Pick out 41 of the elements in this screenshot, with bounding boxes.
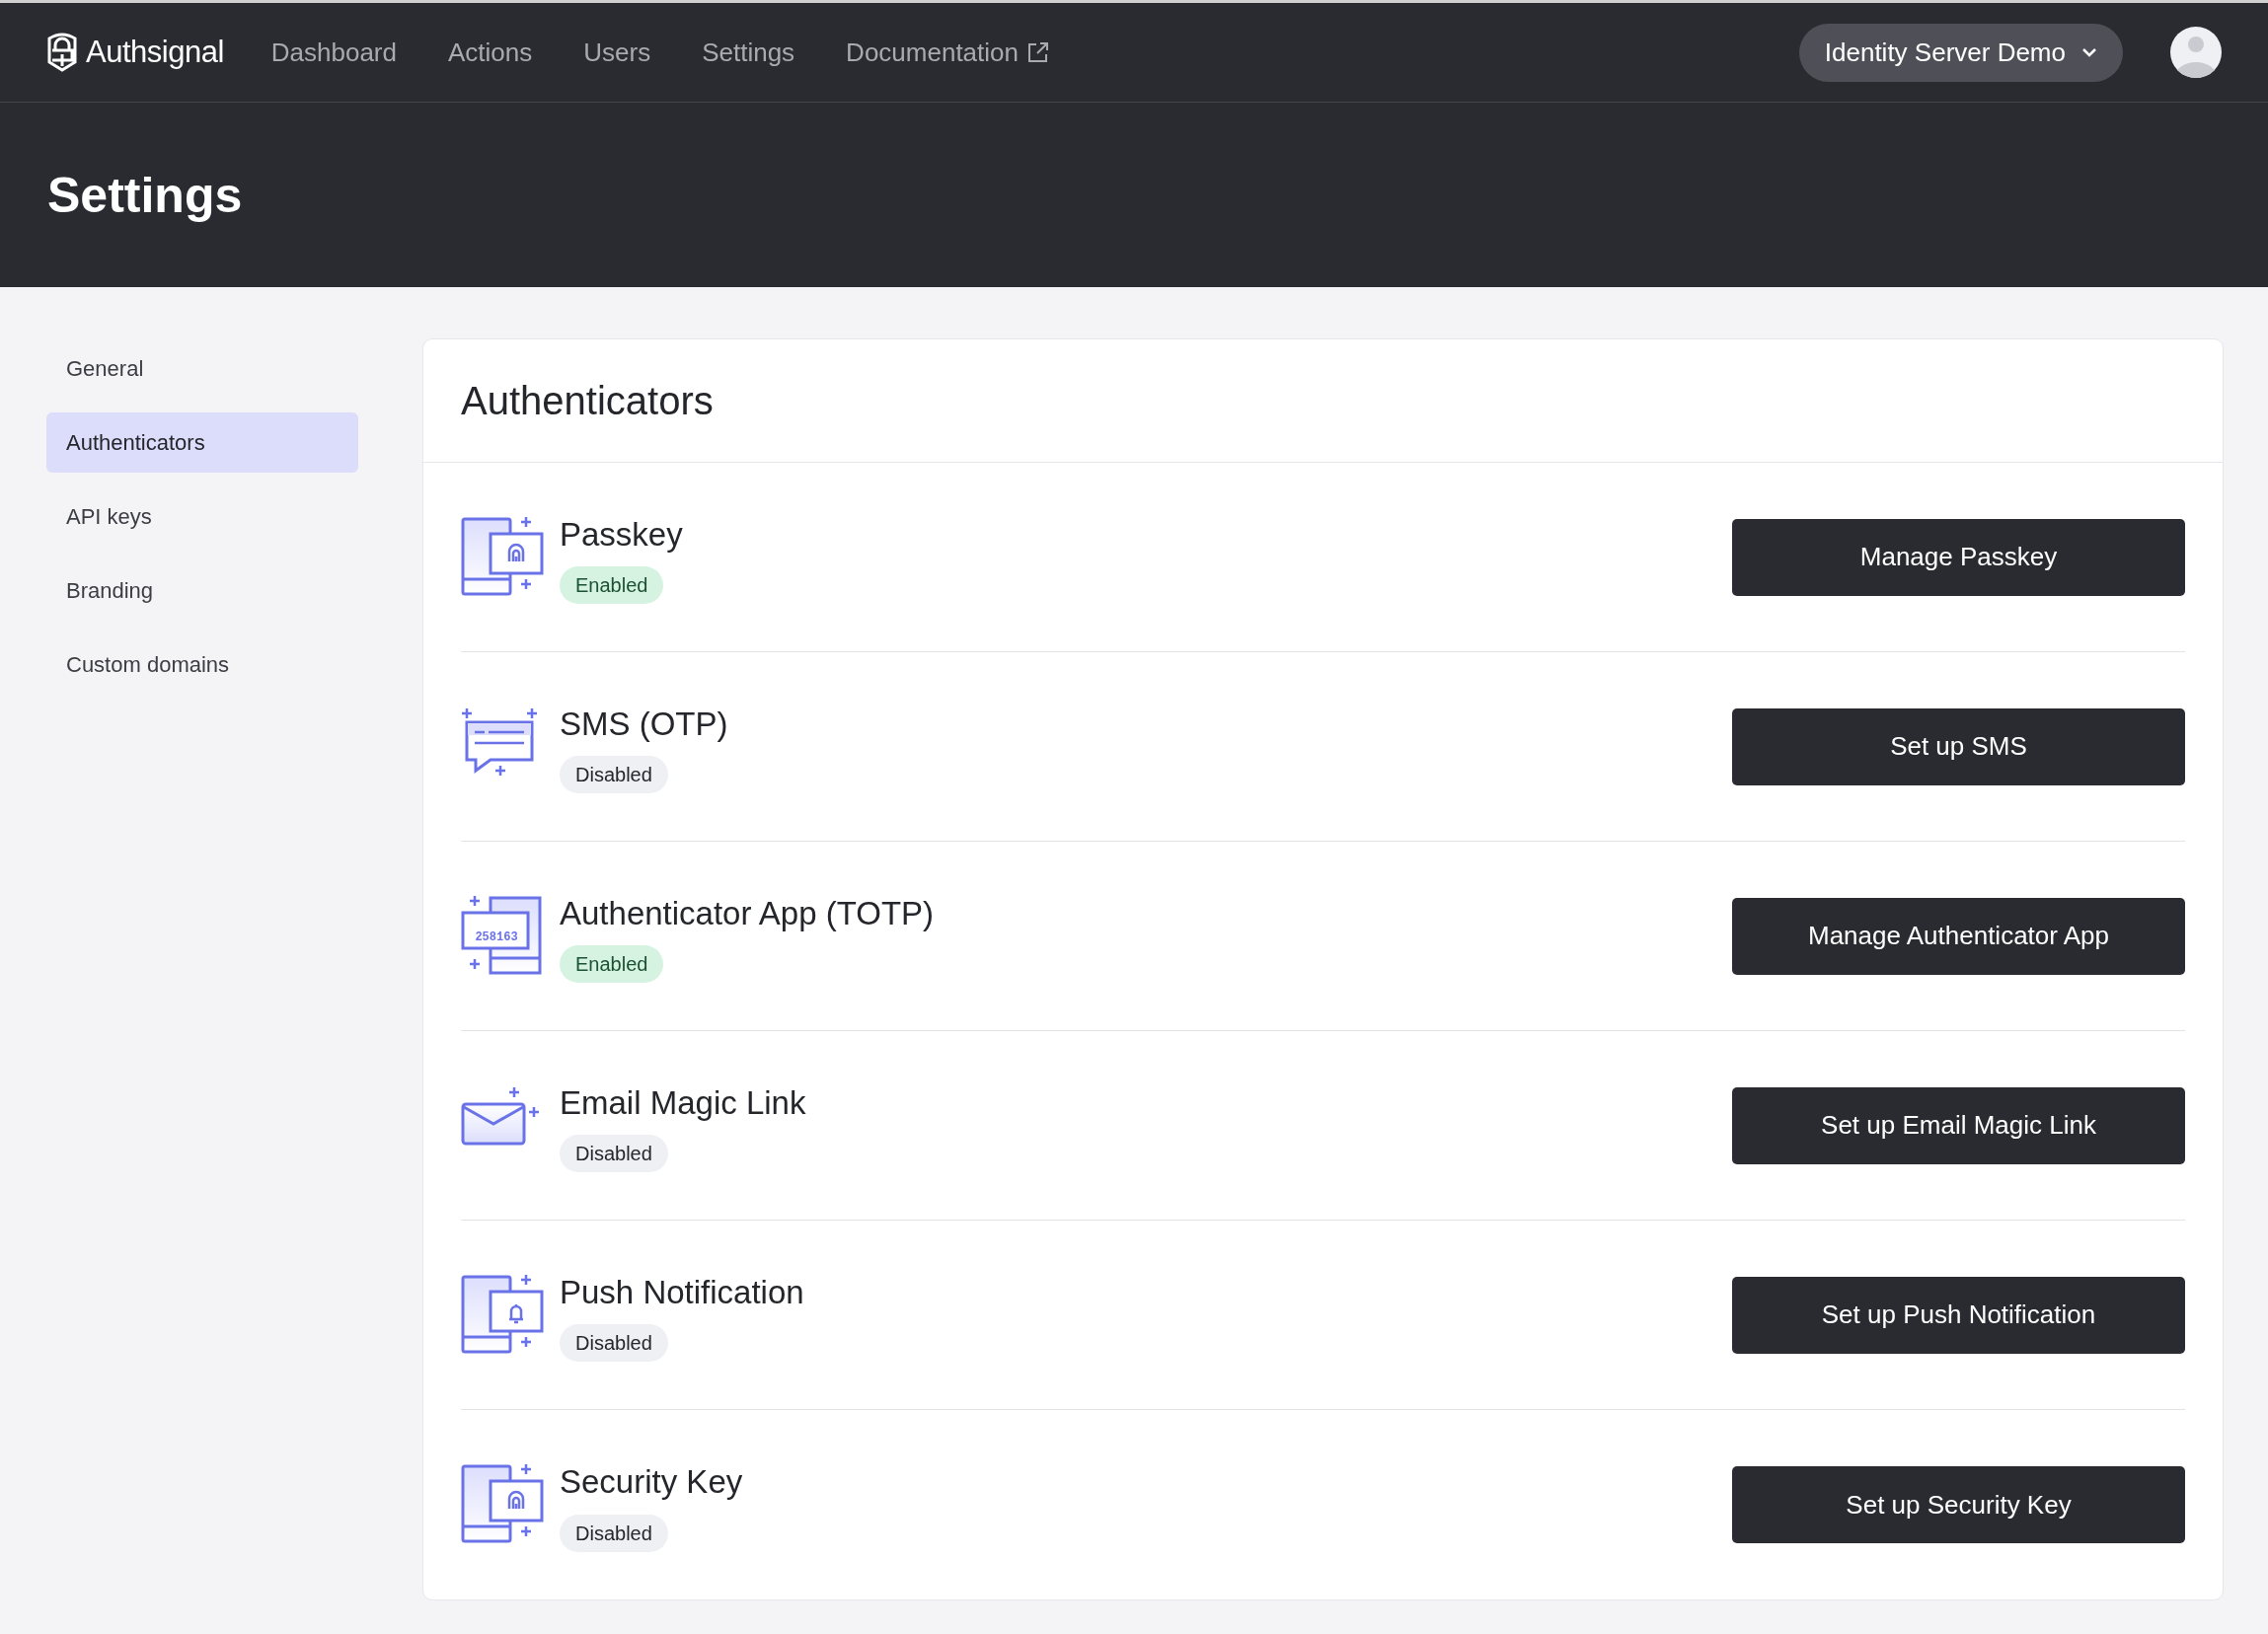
external-link-icon	[1026, 40, 1050, 64]
status-badge: Disabled	[560, 1135, 668, 1173]
sidebar-item[interactable]: API keys	[46, 486, 358, 547]
status-badge: Disabled	[560, 1324, 668, 1363]
sidebar-item[interactable]: Branding	[46, 560, 358, 621]
authenticator-name: Passkey	[560, 514, 683, 555]
nav-link[interactable]: Dashboard	[270, 33, 397, 72]
status-badge: Enabled	[560, 945, 664, 984]
action-button[interactable]: Set up Email Magic Link	[1732, 1086, 2185, 1164]
nav-link[interactable]: Settings	[702, 33, 795, 72]
phone-bell-icon	[461, 1273, 544, 1357]
nav-link[interactable]: Actions	[448, 33, 533, 72]
sidebar-item[interactable]: General	[46, 338, 358, 399]
action-button[interactable]: Manage Passkey	[1732, 518, 2185, 596]
sidebar-item[interactable]: Authenticators	[46, 412, 358, 473]
shield-logo-icon	[46, 33, 78, 72]
phone-lock-icon	[461, 1463, 544, 1546]
chevron-down-icon	[2081, 47, 2097, 57]
action-button[interactable]: Manage Authenticator App	[1732, 897, 2185, 975]
nav-link[interactable]: Users	[583, 33, 651, 72]
action-button[interactable]: Set up SMS	[1732, 707, 2185, 785]
authenticator-name: Security Key	[560, 1462, 743, 1503]
phone-lock-icon	[461, 515, 544, 599]
authenticator-name: Push Notification	[560, 1272, 804, 1312]
action-button[interactable]: Set up Push Notification	[1732, 1276, 2185, 1354]
tenant-dropdown[interactable]: Identity Server Demo	[1798, 23, 2123, 82]
nav-link[interactable]: Documentation	[846, 33, 1050, 72]
status-badge: Disabled	[560, 1514, 668, 1552]
code-screen-icon	[461, 894, 544, 978]
authenticator-name: Email Magic Link	[560, 1082, 806, 1123]
status-badge: Disabled	[560, 756, 668, 794]
card-title: Authenticators	[461, 378, 715, 424]
status-badge: Enabled	[560, 566, 664, 605]
avatar[interactable]	[2170, 27, 2222, 78]
authenticator-name: Authenticator App (TOTP)	[560, 893, 935, 933]
authenticator-name: SMS (OTP)	[560, 704, 728, 744]
page-title: Settings	[47, 166, 243, 225]
code-text: 258163	[474, 928, 519, 946]
action-button[interactable]: Set up Security Key	[1732, 1466, 2185, 1543]
sidebar-item[interactable]: Custom domains	[46, 634, 358, 695]
brand-name[interactable]: Authsignal	[86, 29, 224, 76]
